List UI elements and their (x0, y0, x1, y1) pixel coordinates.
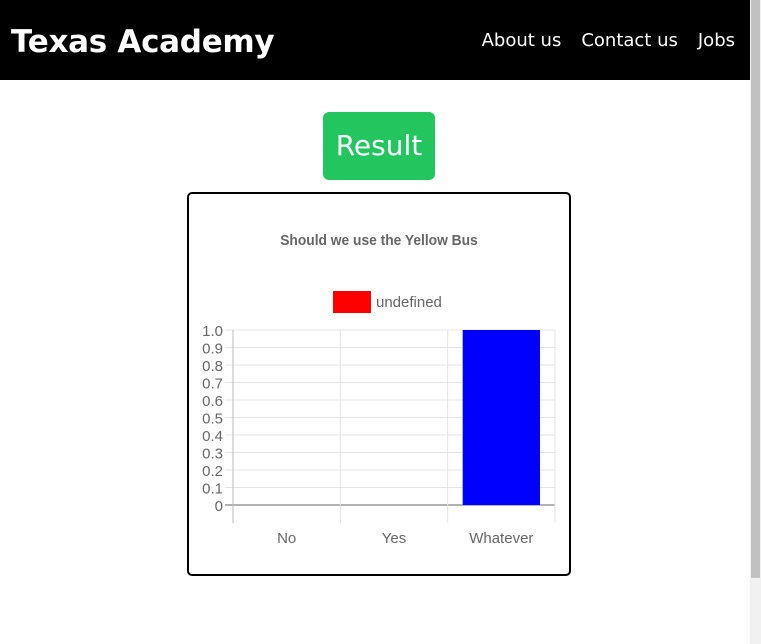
navbar: Texas Academy About us Contact us Jobs (0, 0, 750, 80)
x-tick-label: No (277, 530, 296, 547)
y-tick-label: 0.4 (202, 428, 223, 445)
nav-link-jobs[interactable]: Jobs (698, 28, 735, 54)
y-tick-label: 0.5 (202, 411, 223, 428)
y-tick-label: 0.6 (202, 393, 223, 410)
chart-card: Should we use the Yellow Bus undefined 0 0.… (187, 192, 571, 576)
y-tick-label: 1.0 (202, 323, 223, 340)
bar-chart: Should we use the Yellow Busundefined00.… (202, 233, 556, 547)
y-tick-label: 0.9 (202, 341, 223, 358)
nav-link-contact-us[interactable]: Contact us (581, 28, 678, 54)
brand-title[interactable]: Texas Academy (11, 20, 275, 64)
x-tick-label: Whatever (469, 530, 533, 547)
scrollbar-thumb[interactable] (751, 0, 760, 578)
result-button[interactable]: Result (323, 112, 435, 180)
y-tick-label: 0.7 (202, 376, 223, 393)
y-tick-label: 0.2 (202, 463, 223, 480)
chart-title: Should we use the Yellow Bus (280, 233, 478, 250)
bar-whatever[interactable] (462, 330, 540, 505)
vertical-scrollbar[interactable] (750, 0, 761, 644)
x-tick-label: Yes (382, 530, 406, 547)
legend-label: undefined (376, 294, 442, 311)
legend-swatch (333, 291, 371, 313)
page: Texas Academy About us Contact us Jobs R… (0, 0, 761, 644)
nav-link-about-us[interactable]: About us (482, 28, 562, 54)
nav-links: About us Contact us Jobs (482, 28, 735, 54)
y-tick-label: 0 (215, 498, 223, 515)
y-tick-label: 0.1 (202, 481, 223, 498)
y-tick-label: 0.8 (202, 358, 223, 375)
chart-bars (462, 330, 540, 505)
y-tick-label: 0.3 (202, 446, 223, 463)
